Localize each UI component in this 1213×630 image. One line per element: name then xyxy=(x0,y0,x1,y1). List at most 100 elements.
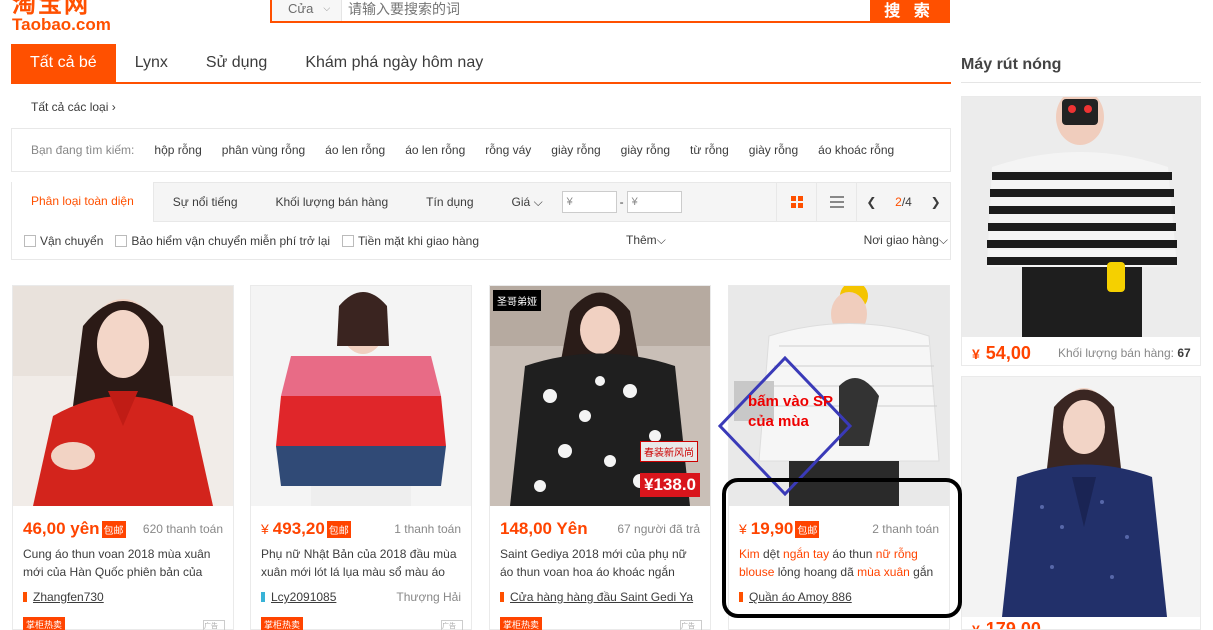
search-bar: Cửa ⌵ 搜 索 xyxy=(270,0,950,23)
sort-credit[interactable]: Tín dụng xyxy=(407,183,492,221)
tab-lynx[interactable]: Lynx xyxy=(116,44,187,82)
page-indicator: 2/4 xyxy=(895,195,912,209)
more-label: Thêm xyxy=(626,233,657,247)
page-total: /4 xyxy=(901,195,912,209)
related-search-link[interactable]: phân vùng rỗng xyxy=(222,143,305,157)
related-searches-label: Bạn đang tìm kiếm: xyxy=(31,143,135,157)
ship-location-dropdown[interactable]: Nơi giao hàng⌵ xyxy=(864,233,948,248)
product-title[interactable]: Cung áo thun voan 2018 mùa xuân mới của … xyxy=(23,545,223,581)
shop-link[interactable]: Lcy2091085 xyxy=(261,590,336,604)
breadcrumb-label: Tất cả các loại xyxy=(31,100,109,114)
related-search-link[interactable]: giày rỗng xyxy=(621,143,670,157)
product-price: 148,00 Yên xyxy=(500,519,588,539)
free-shipping-tag: 包邮 xyxy=(326,520,351,538)
logo-domain: Taobao.com xyxy=(12,15,111,34)
result-tabs: Tất cả bé Lynx Sử dụng Khám phá ngày hôm… xyxy=(11,44,951,84)
sort-sales[interactable]: Khối lượng bán hàng xyxy=(257,183,408,221)
currency-symbol: ¥ xyxy=(261,521,269,537)
sidebar-photo-striped-top xyxy=(962,89,1200,337)
tab-used[interactable]: Sử dụng xyxy=(187,44,286,82)
related-search-link[interactable]: áo len rỗng xyxy=(405,143,465,157)
product-photo-red-blouse xyxy=(13,286,233,506)
product-title[interactable]: Phụ nữ Nhật Bản của 2018 đầu mùa xuân mớ… xyxy=(261,545,461,581)
price-value: 148,00 Yên xyxy=(500,519,588,538)
shop-name: Lcy2091085 xyxy=(271,590,337,604)
sidebar-photo-blue-blouse xyxy=(962,377,1200,617)
tab-discover[interactable]: Khám phá ngày hôm nay xyxy=(286,44,502,82)
annotation-text: bấm vào SP của mùa xyxy=(748,393,833,430)
price-min-input[interactable]: ¥ xyxy=(561,191,617,213)
related-search-link[interactable]: hộp rỗng xyxy=(154,143,201,157)
product-title[interactable]: Saint Gediya 2018 mới của phụ nữ áo thun… xyxy=(500,545,700,581)
product-image[interactable] xyxy=(251,286,471,506)
shop-link[interactable]: Cửa hàng hàng đầu Saint Gedi Ya xyxy=(500,590,693,604)
checkbox[interactable] xyxy=(24,234,36,247)
related-search-link[interactable]: từ rỗng xyxy=(690,143,729,157)
search-input[interactable] xyxy=(342,0,870,21)
chevron-down-icon: ⌵ xyxy=(656,233,666,247)
shop-icon xyxy=(500,592,504,602)
annotation-highlight-box xyxy=(722,478,962,618)
related-search-link[interactable]: áo len rỗng xyxy=(325,143,385,157)
grid-view-icon[interactable] xyxy=(776,183,816,221)
hot-badge: 掌柜热卖 xyxy=(23,617,66,630)
location-label: Nơi giao hàng xyxy=(863,233,939,247)
sort-price[interactable]: Giá ⌵ xyxy=(493,183,562,221)
sales-count: 67 người đã trả xyxy=(617,522,700,536)
more-filters-button[interactable]: Thêm⌵ xyxy=(626,233,666,248)
sidebar-price: ¥54,00 xyxy=(972,343,1031,364)
product-image[interactable]: 圣哥弟娅 春装新风尚 ¥138.0 xyxy=(490,286,710,506)
product-price: ¥ 493,20 包邮 xyxy=(261,519,351,539)
related-search-link[interactable]: áo khoác rỗng xyxy=(818,143,894,157)
grid-icon-svg xyxy=(790,196,803,208)
product-card[interactable]: 圣哥弟娅 春装新风尚 ¥138.0 148,00 Yên 67 người đã… xyxy=(489,285,711,630)
list-view-icon[interactable] xyxy=(816,183,856,221)
hot-sellers-title: Máy rút nóng xyxy=(961,56,1062,73)
list-icon-svg xyxy=(829,196,844,208)
sidebar-divider xyxy=(961,82,1201,83)
sort-price-label: Giá xyxy=(511,195,531,209)
sales-count: 1 thanh toán xyxy=(394,522,461,536)
ad-label: 广告 xyxy=(680,620,702,630)
hot-badge: 掌柜热卖 xyxy=(500,617,543,630)
filter-label: Tiền mặt khi giao hàng xyxy=(358,233,479,248)
related-search-link[interactable]: giày rỗng xyxy=(749,143,798,157)
next-page-icon[interactable]: ❯ xyxy=(931,195,941,209)
price-max-input[interactable]: ¥ xyxy=(626,191,682,213)
filter-free-return[interactable]: Bảo hiểm vận chuyển miễn phí trở lại xyxy=(115,234,330,248)
product-image[interactable] xyxy=(13,286,233,506)
sidebar-sales-volume: Khối lượng bán hàng: 67 xyxy=(1058,346,1191,360)
ship-location: Thượng Hải xyxy=(396,590,461,604)
shop-name: Cửa hàng hàng đầu Saint Gedi Ya xyxy=(510,590,694,604)
prev-page-icon[interactable]: ❮ xyxy=(866,195,876,209)
search-button[interactable]: 搜 索 xyxy=(870,0,948,21)
tab-all[interactable]: Tất cả bé xyxy=(11,44,116,82)
shop-icon xyxy=(261,592,265,602)
sidebar-product[interactable]: ¥54,00 Khối lượng bán hàng: 67 xyxy=(961,89,1201,366)
sort-popularity[interactable]: Sự nổi tiếng xyxy=(154,183,257,221)
chevron-down-icon: ⌵ xyxy=(938,233,948,247)
filter-cod[interactable]: Tiền mặt khi giao hàng xyxy=(342,234,479,248)
view-controls: ❮ 2/4 ❯ xyxy=(776,183,950,221)
sidebar-product[interactable]: ¥179,00 xyxy=(961,376,1201,630)
volume-value: 67 xyxy=(1177,346,1191,360)
shop-name: Zhangfen730 xyxy=(33,590,104,604)
sort-comprehensive[interactable]: Phân loại toàn diện xyxy=(12,182,154,222)
ad-label: 广告 xyxy=(441,620,463,630)
search-scope-select[interactable]: Cửa ⌵ xyxy=(272,0,342,21)
related-search-link[interactable]: rỗng váy xyxy=(485,143,531,157)
checkbox[interactable] xyxy=(342,234,355,247)
checkbox[interactable] xyxy=(115,234,128,247)
product-card[interactable]: 46,00 yên 包邮 620 thanh toán Cung áo thun… xyxy=(12,285,234,630)
filter-bar: Vận chuyển Bảo hiểm vận chuyển miễn phí … xyxy=(11,222,951,260)
product-photo-stripe-sweater xyxy=(251,286,471,506)
related-search-link[interactable]: giày rỗng xyxy=(551,143,600,157)
price-range-dash: - xyxy=(619,195,624,209)
shop-link[interactable]: Zhangfen730 xyxy=(23,590,104,604)
taobao-logo[interactable]: 淘宝网 Taobao.com xyxy=(12,0,122,34)
filter-shipping[interactable]: Vận chuyển xyxy=(24,234,103,248)
breadcrumb[interactable]: Tất cả các loại › xyxy=(31,100,116,114)
price-value: 54,00 xyxy=(985,343,1031,363)
related-searches: Bạn đang tìm kiếm: hộp rỗng phân vùng rỗ… xyxy=(11,128,951,172)
product-card[interactable]: ¥ 493,20 包邮 1 thanh toán Phụ nữ Nhật Bản… xyxy=(250,285,472,630)
